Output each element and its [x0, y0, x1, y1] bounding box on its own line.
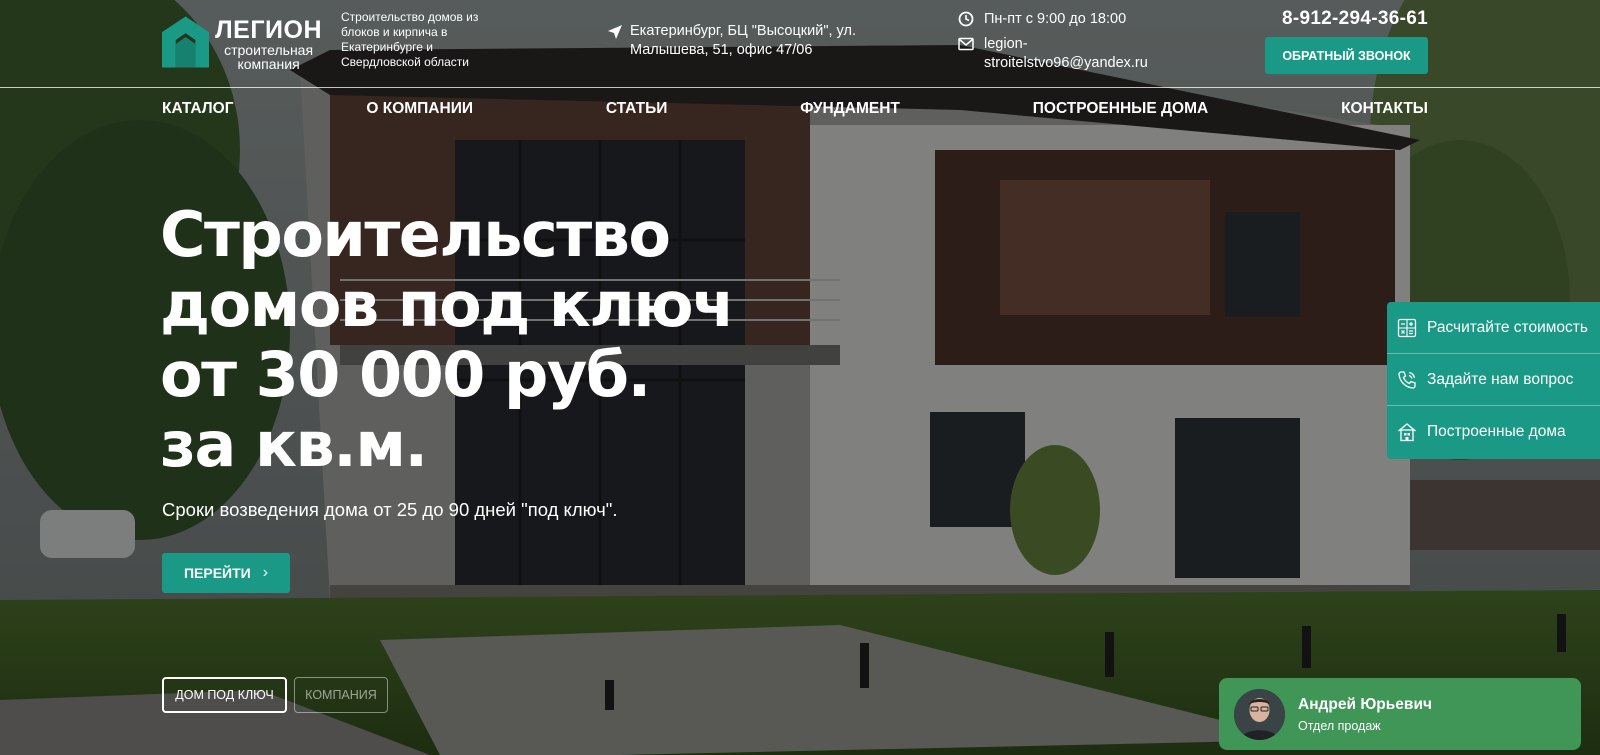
nav-item-articles[interactable]: СТАТЬИ: [606, 100, 667, 118]
side-item-label: Расчитайте стоимость: [1427, 318, 1588, 336]
clock-icon: [958, 11, 974, 27]
side-item-label: Построенные дома: [1427, 423, 1566, 440]
chat-manager-name: Андрей Юрьевич: [1298, 695, 1432, 713]
manager-portrait-icon: [1234, 688, 1285, 740]
nav-item-catalog[interactable]: КАТАЛОГ: [162, 100, 233, 118]
office-address: Екатеринбург, БЦ "Высоцкий", ул. Малышев…: [608, 22, 878, 60]
email-text[interactable]: legion-stroitelstvo96@yandex.ru: [984, 35, 1164, 73]
hero-subtitle: Сроки возведения дома от 25 до 90 дней "…: [162, 499, 618, 520]
company-tagline: Строительство домов из блоков и кирпича …: [341, 10, 479, 69]
side-item-built-houses[interactable]: Построенные дома: [1387, 406, 1600, 458]
side-item-ask-question[interactable]: Задайте нам вопрос: [1387, 354, 1600, 406]
phone-icon: [1398, 370, 1416, 389]
header-divider: [0, 87, 1600, 88]
chat-widget[interactable]: Андрей Юрьевич Отдел продаж: [1219, 678, 1581, 750]
hero-title: Строительство домов под ключ от 30 000 р…: [160, 200, 800, 480]
callback-button[interactable]: ОБРАТНЫЙ ЗВОНОК: [1265, 37, 1428, 74]
hours-text: Пн-пт с 9:00 до 18:00: [984, 11, 1127, 27]
hero-title-line: домов под ключ: [160, 268, 735, 341]
house-logo-icon: [162, 16, 210, 68]
side-item-label: Задайте нам вопрос: [1427, 370, 1574, 388]
side-item-calculate-cost[interactable]: Расчитайте стоимость: [1387, 302, 1600, 354]
logo-subtitle-1: строительная: [224, 42, 314, 58]
avatar: [1234, 688, 1285, 740]
go-button-label: ПЕРЕЙТИ: [183, 565, 251, 581]
slide-tab-turnkey-house[interactable]: ДОМ ПОД КЛЮЧ: [162, 677, 287, 713]
house-icon: [1398, 423, 1416, 442]
nav-item-foundation[interactable]: ФУНДАМЕНТ: [800, 100, 900, 118]
location-arrow-icon: [608, 25, 622, 39]
company-logo[interactable]: ЛЕГИОН строительная компания: [162, 16, 322, 72]
hero-title-line: за кв.м.: [160, 408, 428, 481]
slide-tab-company[interactable]: КОМПАНИЯ: [294, 677, 388, 713]
chat-manager-role: Отдел продаж: [1298, 718, 1381, 733]
address-text: Екатеринбург, БЦ "Высоцкий", ул. Малышев…: [630, 23, 856, 58]
nav-item-about[interactable]: О КОМПАНИИ: [366, 100, 473, 118]
hero-title-line: Строительство: [160, 198, 671, 271]
main-nav: КАТАЛОГ О КОМПАНИИ СТАТЬИ ФУНДАМЕНТ ПОСТ…: [162, 100, 1428, 118]
chevron-right-icon: ›: [262, 564, 269, 581]
side-action-panel: Расчитайте стоимость Задайте нам вопрос …: [1387, 302, 1600, 459]
go-button[interactable]: ПЕРЕЙТИ ›: [162, 553, 290, 593]
nav-item-contacts[interactable]: КОНТАКТЫ: [1341, 100, 1428, 118]
logo-subtitle-2: компания: [237, 56, 300, 72]
calculator-icon: [1397, 318, 1417, 337]
hero-title-line: от 30 000 руб.: [160, 338, 651, 411]
nav-item-built-houses[interactable]: ПОСТРОЕННЫЕ ДОМА: [1033, 100, 1208, 118]
working-hours: Пн-пт с 9:00 до 18:00: [958, 11, 1126, 27]
envelope-icon: [958, 37, 974, 51]
logo-name: ЛЕГИОН: [215, 16, 322, 44]
contact-email[interactable]: legion-stroitelstvo96@yandex.ru: [958, 35, 1164, 73]
phone-number[interactable]: 8-912-294-36-61: [1282, 8, 1428, 30]
